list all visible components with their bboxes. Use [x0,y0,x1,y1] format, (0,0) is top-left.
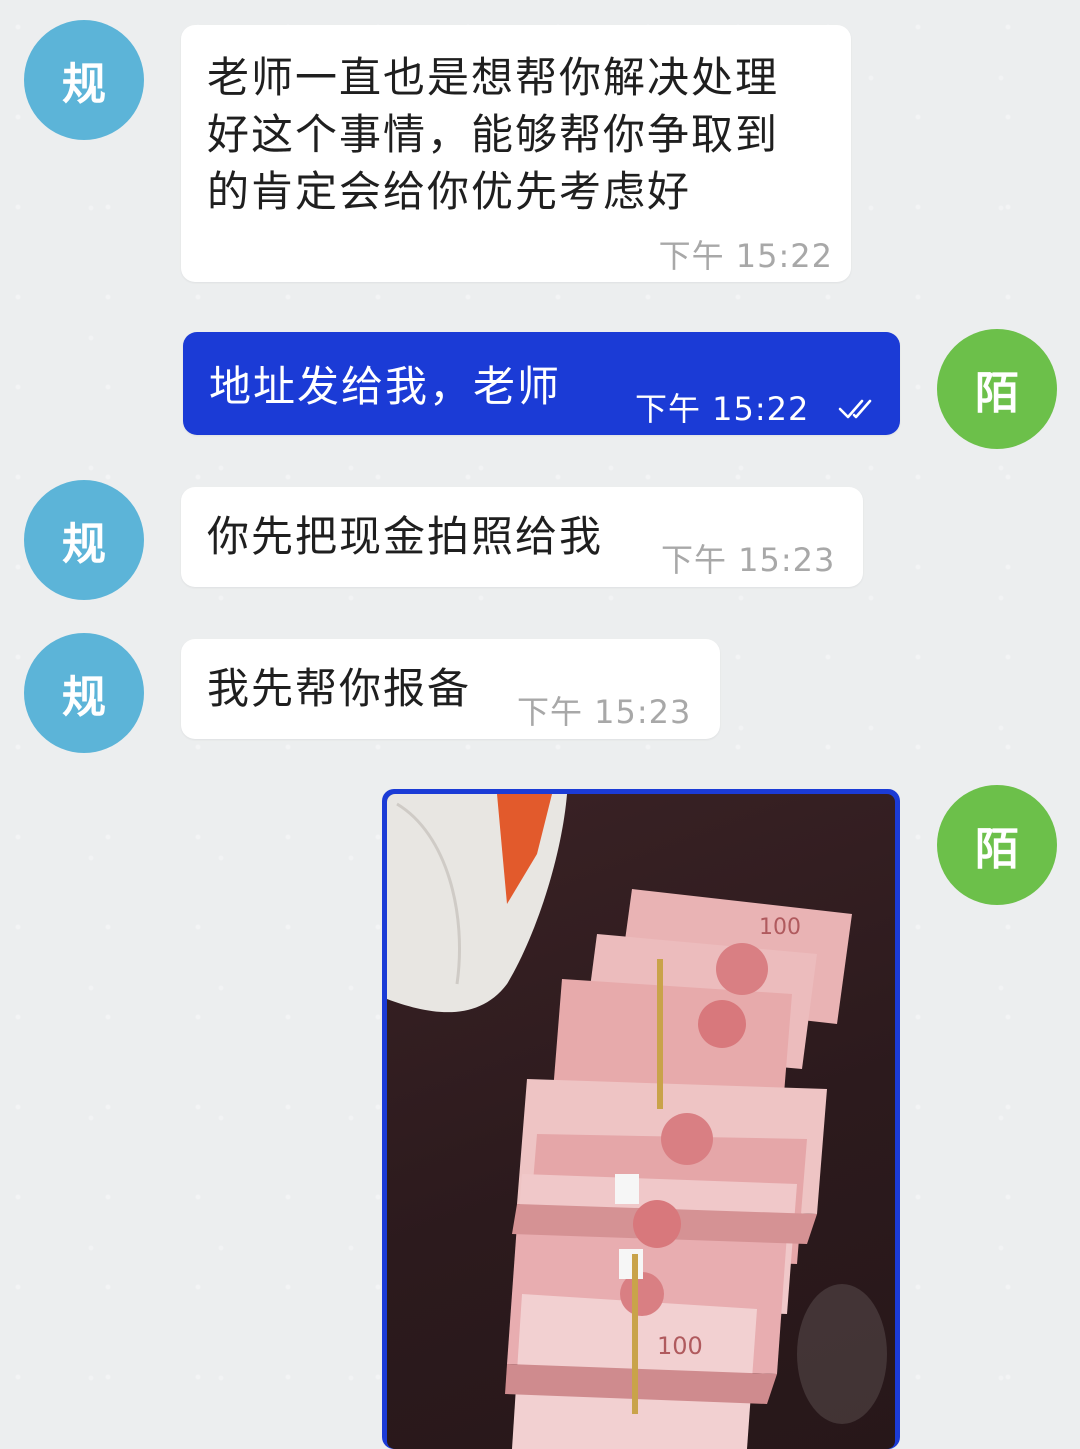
user-avatar[interactable]: 陌 [937,785,1057,905]
message-text: 我先帮你报备 [207,664,472,713]
double-check-icon [838,399,872,419]
avatar-initial: 陌 [975,824,1019,875]
user-avatar[interactable]: 陌 [937,329,1057,449]
message-timestamp: 下午 15:22 [635,390,810,428]
contact-avatar[interactable]: 规 [24,633,144,753]
message-timestamp: 下午 15:23 [661,541,836,579]
message-text: 你先把现金拍照给我 [207,512,604,561]
contact-avatar[interactable]: 规 [24,20,144,140]
cash-photo[interactable]: 100 100 [387,794,895,1449]
message-timestamp: 下午 15:22 [658,237,833,275]
message-bubble-outgoing[interactable]: 地址发给我，老师 下午 15:22 [183,332,900,435]
message-text-line: 老师一直也是想帮你解决处理 [207,53,780,102]
message-text-line: 的肯定会给你优先考虑好 [207,167,692,216]
message-bubble-incoming[interactable]: 老师一直也是想帮你解决处理 好这个事情，能够帮你争取到 的肯定会给你优先考虑好 … [181,25,851,282]
avatar-initial: 规 [62,672,106,723]
message-text: 地址发给我，老师 [209,362,562,411]
message-timestamp: 下午 15:23 [517,693,692,731]
message-image-bubble[interactable]: 100 100 [382,789,900,1449]
contact-avatar[interactable]: 规 [24,480,144,600]
message-bubble-incoming[interactable]: 我先帮你报备 下午 15:23 [181,639,720,739]
message-bubble-incoming[interactable]: 你先把现金拍照给我 下午 15:23 [181,487,863,587]
svg-text:100: 100 [759,915,801,940]
message-text: 老师一直也是想帮你解决处理 好这个事情，能够帮你争取到 的肯定会给你优先考虑好 [207,49,779,220]
avatar-initial: 规 [62,519,106,570]
cash-stacks-image: 100 100 [387,794,887,1449]
svg-text:100: 100 [657,1332,703,1360]
avatar-initial: 规 [62,59,106,110]
avatar-initial: 陌 [975,368,1019,419]
message-text-line: 好这个事情，能够帮你争取到 [207,110,780,159]
